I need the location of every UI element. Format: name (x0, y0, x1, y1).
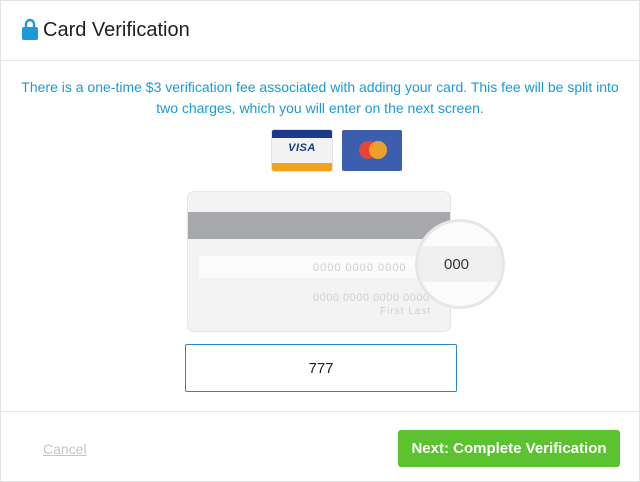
dialog-header: Card Verification (1, 1, 639, 61)
footer-divider (1, 411, 639, 412)
cvv-zoom-text: 000 (444, 256, 470, 273)
card-back-illustration: 0000 0000 0000 0000 0000 0000 0000 First… (188, 192, 450, 331)
mastercard-icon (342, 130, 402, 171)
card-name-placeholder: First Last (380, 306, 432, 317)
page-title: Card Verification (43, 19, 190, 41)
visa-label: VISA (288, 142, 316, 154)
verification-notice: There is a one-time $3 verification fee … (21, 79, 619, 116)
next-complete-verification-button[interactable]: Next: Complete Verification (398, 430, 620, 467)
visa-logo: VISA (272, 130, 332, 171)
lock-icon (22, 18, 38, 40)
magnetic-stripe (188, 212, 450, 239)
cancel-link[interactable]: Cancel (43, 441, 87, 457)
signature-digits: 0000 0000 0000 (313, 262, 407, 274)
cvv-magnifier: 000 (415, 219, 505, 309)
card-number-placeholder: 0000 0000 0000 0000 (313, 292, 430, 304)
cvv-input[interactable] (185, 344, 457, 392)
card-verification-dialog: Card Verification There is a one-time $3… (0, 0, 640, 482)
